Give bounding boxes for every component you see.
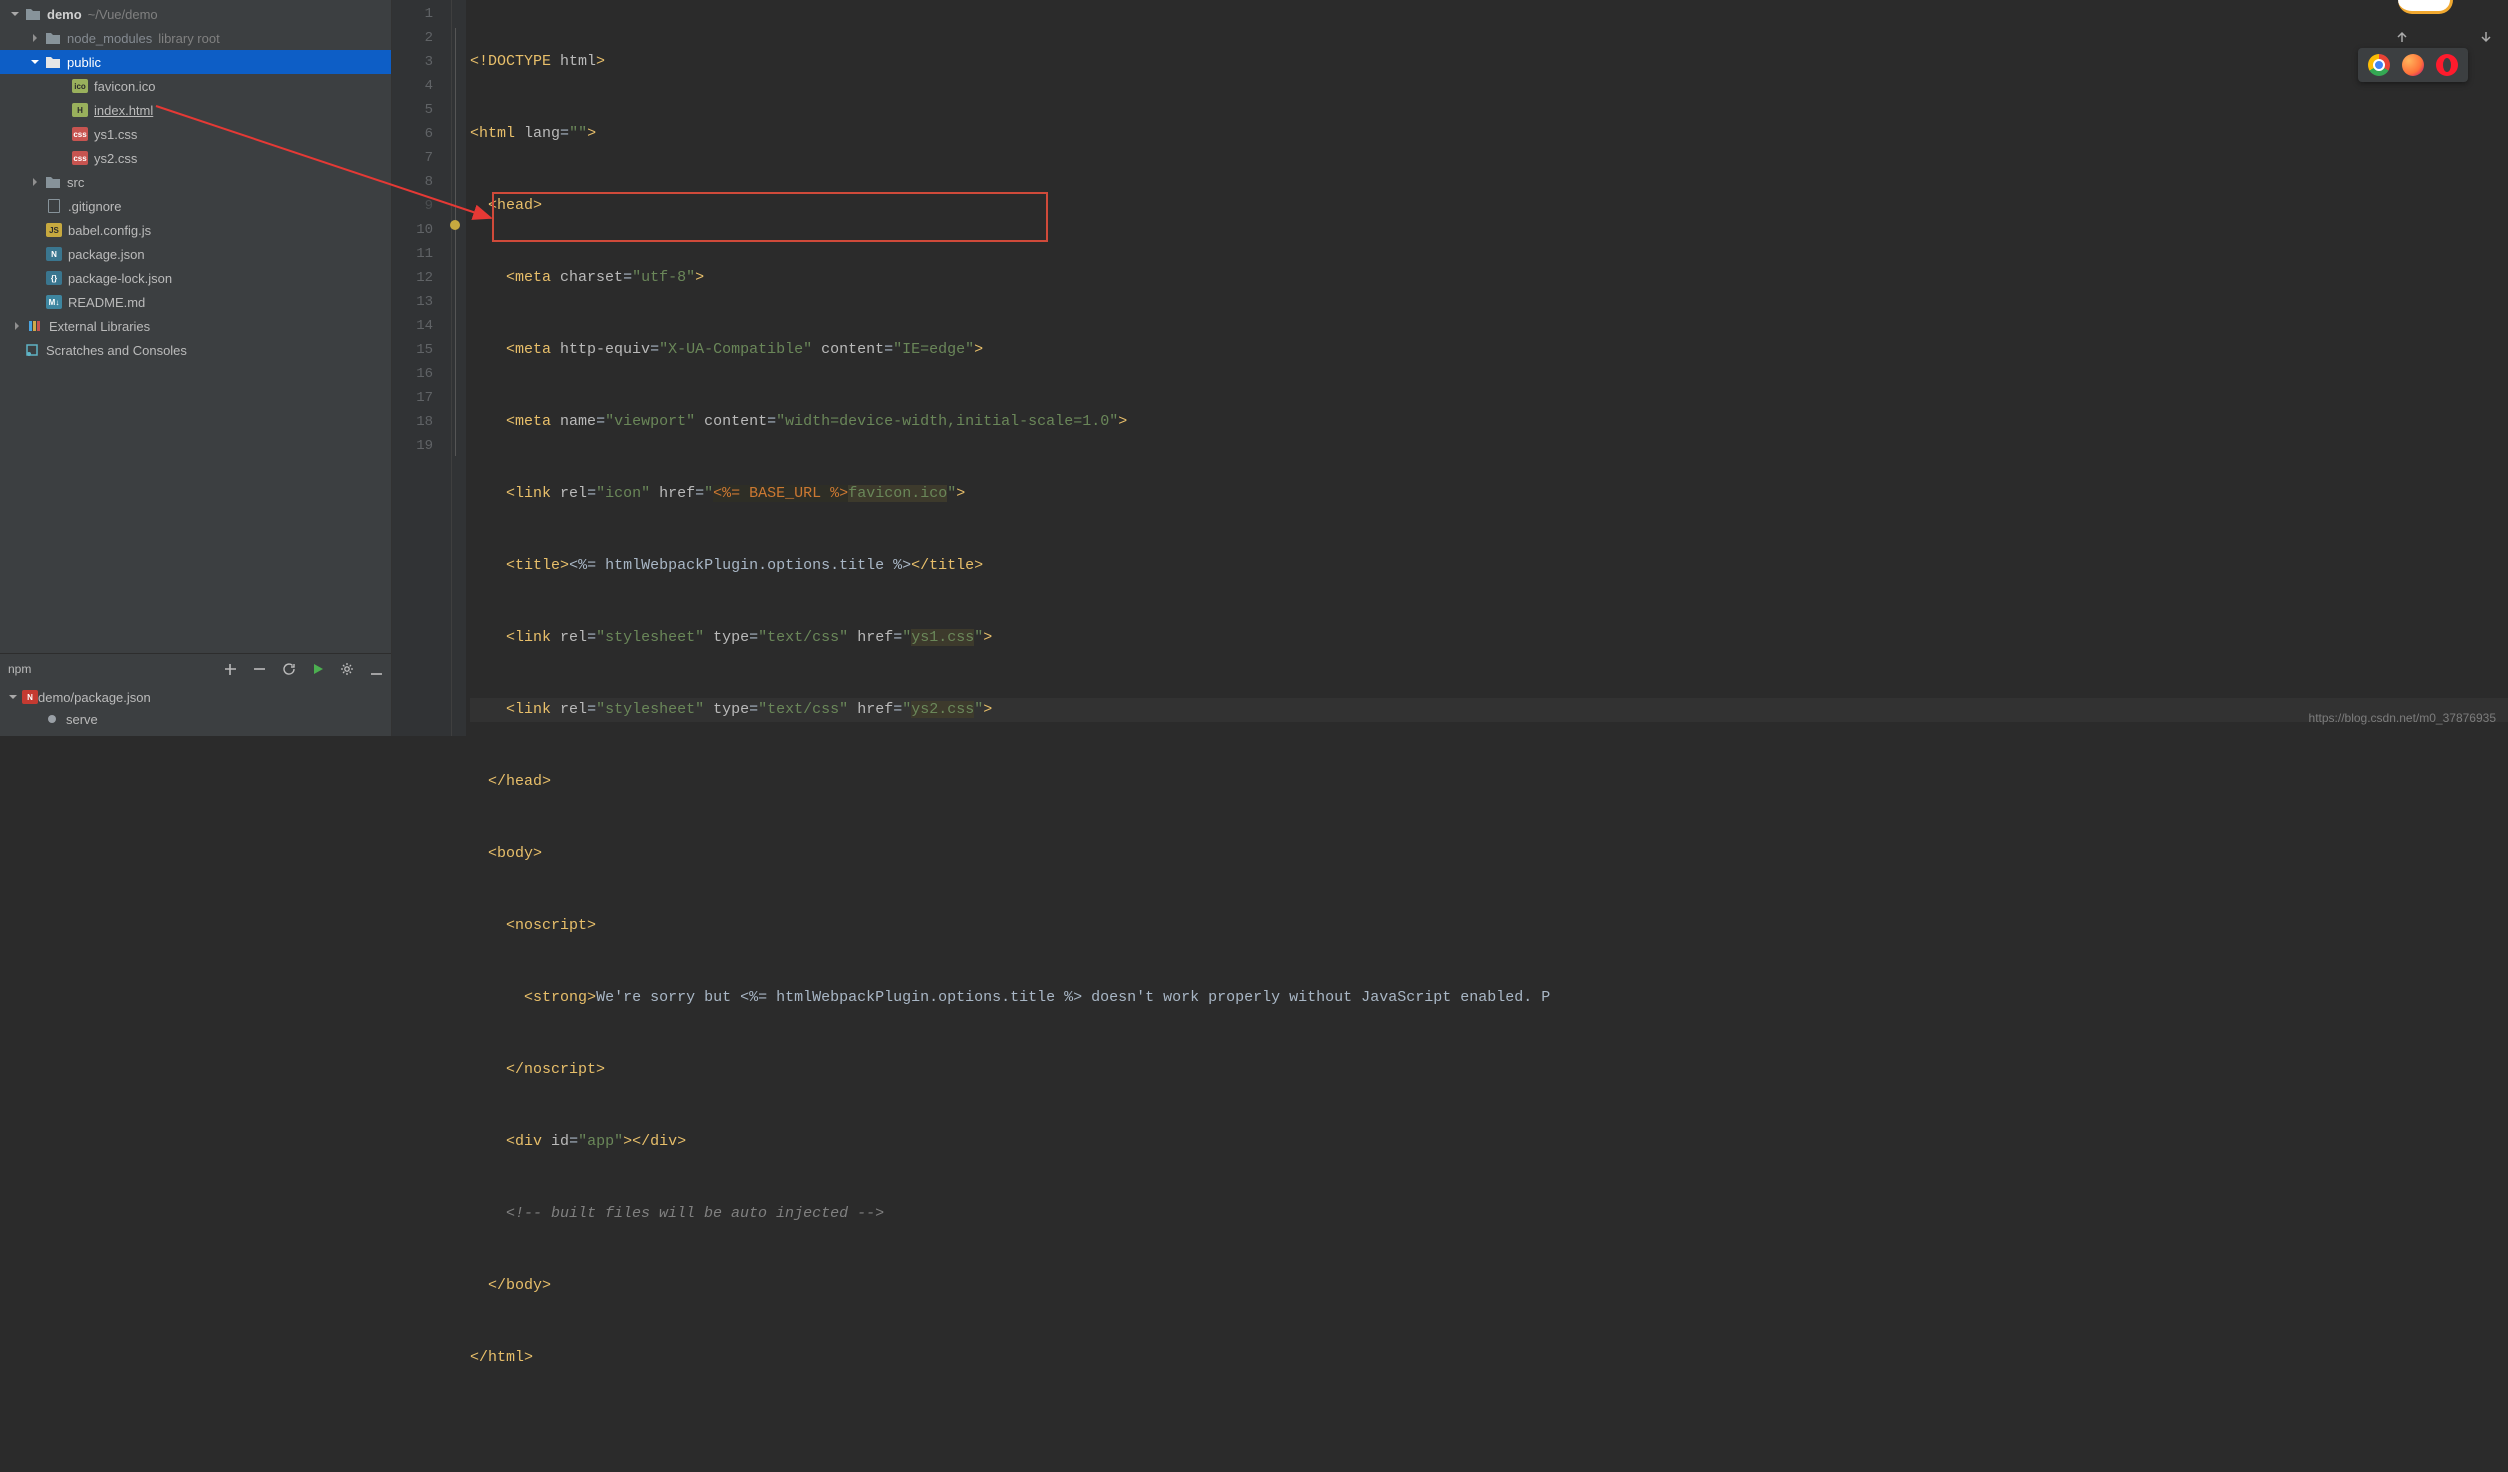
folder-icon — [45, 54, 61, 70]
tree-file-packagelock[interactable]: {} package-lock.json — [0, 266, 391, 290]
code-line-3[interactable]: <head> — [470, 194, 2508, 218]
prev-highlight-icon[interactable] — [2333, 4, 2407, 76]
npm-icon: N — [22, 690, 38, 704]
folder-icon — [45, 30, 61, 46]
chevron-right-icon[interactable] — [28, 175, 42, 189]
warning-marker-icon[interactable] — [450, 220, 460, 230]
fold-gutter[interactable] — [452, 0, 466, 736]
npm-script-row[interactable]: serve — [0, 708, 391, 730]
tree-file-favicon[interactable]: ico favicon.ico — [0, 74, 391, 98]
code-line-2[interactable]: <html lang=""> — [470, 122, 2508, 146]
code-line-7[interactable]: <link rel="icon" href="<%= BASE_URL %>fa… — [470, 482, 2508, 506]
code-line-17[interactable]: <!-- built files will be auto injected -… — [470, 1202, 2508, 1226]
file-icon — [46, 198, 62, 214]
line-number-gutter[interactable]: 1 2 3 4 5 6 7 8 9 10 11 12 13 14 15 16 1… — [392, 0, 452, 736]
refresh-icon[interactable] — [282, 662, 296, 676]
tree-file-gitignore[interactable]: .gitignore — [0, 194, 391, 218]
code-line-15[interactable]: </noscript> — [470, 1058, 2508, 1082]
js-icon: JS — [46, 222, 62, 238]
code-line-8[interactable]: <title><%= htmlWebpackPlugin.options.tit… — [470, 554, 2508, 578]
next-highlight-icon[interactable] — [2418, 4, 2492, 76]
code-line-6[interactable]: <meta name="viewport" content="width=dev… — [470, 410, 2508, 434]
inspection-nav — [2333, 4, 2492, 76]
bullet-icon — [48, 715, 56, 723]
json-icon: N — [46, 246, 62, 262]
tree-src[interactable]: src — [0, 170, 391, 194]
code-line-18[interactable]: </body> — [470, 1274, 2508, 1298]
code-line-14[interactable]: <strong>We're sorry but <%= htmlWebpackP… — [470, 986, 2508, 1010]
gear-icon[interactable] — [340, 662, 354, 676]
code-line-9[interactable]: <link rel="stylesheet" type="text/css" h… — [470, 626, 2508, 650]
code-line-16[interactable]: <div id="app"></div> — [470, 1130, 2508, 1154]
chevron-right-icon[interactable] — [28, 31, 42, 45]
code-line-13[interactable]: <noscript> — [470, 914, 2508, 938]
tree-file-package[interactable]: N package.json — [0, 242, 391, 266]
code-line-12[interactable]: <body> — [470, 842, 2508, 866]
folder-icon — [45, 174, 61, 190]
tree-file-readme[interactable]: M↓ README.md — [0, 290, 391, 314]
root-name: demo — [47, 7, 82, 22]
scratch-icon — [24, 342, 40, 358]
code-line-4[interactable]: <meta charset="utf-8"> — [470, 266, 2508, 290]
code-line-5[interactable]: <meta http-equiv="X-UA-Compatible" conte… — [470, 338, 2508, 362]
npm-panel: npm — [0, 653, 391, 736]
code-line-1[interactable]: <!DOCTYPE html> — [470, 50, 2508, 74]
css-icon: css — [72, 150, 88, 166]
chevron-down-icon[interactable] — [28, 55, 42, 69]
chevron-down-icon[interactable] — [8, 7, 22, 21]
library-icon — [27, 318, 43, 334]
code-line-11[interactable]: </head> — [470, 770, 2508, 794]
tree-file-index[interactable]: H index.html — [0, 98, 391, 122]
markdown-icon: M↓ — [46, 294, 62, 310]
tree-file-ys1[interactable]: css ys1.css — [0, 122, 391, 146]
tree-file-babel[interactable]: JS babel.config.js — [0, 218, 391, 242]
minus-icon[interactable] — [253, 662, 266, 676]
tree-public[interactable]: public — [0, 50, 391, 74]
tree-file-ys2[interactable]: css ys2.css — [0, 146, 391, 170]
hide-icon[interactable] — [370, 662, 383, 676]
code-editor[interactable]: <!DOCTYPE html> <html lang=""> <head> <m… — [466, 0, 2508, 736]
watermark-text: https://blog.csdn.net/m0_37876935 — [2309, 706, 2496, 730]
chevron-down-icon[interactable] — [8, 690, 22, 705]
project-tree[interactable]: demo ~/Vue/demo node_modules library roo… — [0, 0, 391, 653]
npm-target-row[interactable]: N demo/package.json — [0, 686, 391, 708]
run-icon[interactable] — [312, 662, 324, 676]
root-path: ~/Vue/demo — [88, 7, 158, 22]
add-icon[interactable] — [224, 662, 237, 676]
css-icon: css — [72, 126, 88, 142]
chevron-right-icon[interactable] — [10, 319, 24, 333]
json-icon: {} — [46, 270, 62, 286]
code-line-10[interactable]: <link rel="stylesheet" type="text/css" h… — [470, 698, 2508, 722]
file-icon: ico — [72, 78, 88, 94]
npm-panel-title: npm — [8, 662, 31, 676]
tree-node-modules[interactable]: node_modules library root — [0, 26, 391, 50]
tree-external-libs[interactable]: External Libraries — [0, 314, 391, 338]
tree-scratches[interactable]: Scratches and Consoles — [0, 338, 391, 362]
html-icon: H — [72, 102, 88, 118]
tree-root[interactable]: demo ~/Vue/demo — [0, 2, 391, 26]
project-sidebar: demo ~/Vue/demo node_modules library roo… — [0, 0, 392, 736]
folder-icon — [25, 6, 41, 22]
code-line-19[interactable]: </html> — [470, 1346, 2508, 1370]
